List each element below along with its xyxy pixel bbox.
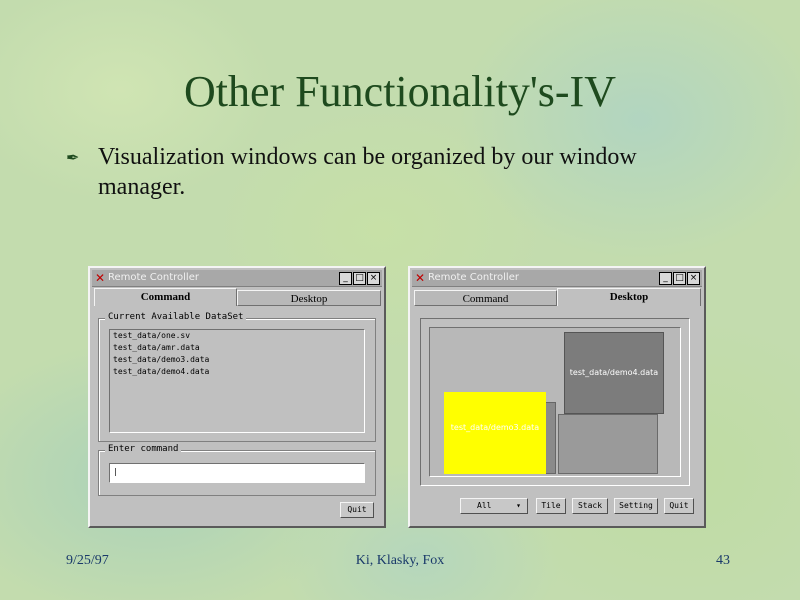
close-button[interactable]: ×	[367, 272, 380, 285]
tab-desktop[interactable]: Desktop	[237, 290, 381, 306]
minimize-button[interactable]: _	[659, 272, 672, 285]
maximize-button[interactable]: □	[353, 272, 366, 285]
chevron-down-icon: ▾	[516, 501, 521, 510]
setting-button[interactable]: Setting	[614, 498, 658, 514]
desktop-window-demo4[interactable]: test_data/demo4.data	[564, 332, 664, 414]
remote-controller-window-desktop: ✕ Remote Controller _ □ × Command Deskto…	[408, 266, 706, 528]
remote-controller-window-command: ✕ Remote Controller _ □ × Command Deskto…	[88, 266, 386, 528]
tile-button[interactable]: Tile	[536, 498, 566, 514]
tab-command[interactable]: Command	[414, 290, 557, 306]
layout-select[interactable]: All ▾	[460, 498, 528, 514]
list-item[interactable]: test_data/one.sv	[110, 330, 364, 342]
dataset-group: Current Available DataSet test_data/one.…	[98, 311, 376, 442]
footer-authors: Ki, Klasky, Fox	[355, 553, 445, 568]
list-item[interactable]: test_data/amr.data	[110, 342, 364, 354]
desktop-window-shadow	[558, 414, 658, 474]
command-group: Enter command |	[98, 443, 376, 496]
pen-bullet-icon: ✒	[66, 150, 80, 167]
slide-title: Other Functionality's-IV	[184, 67, 616, 116]
bullet-text: Visualization windows can be organized b…	[98, 144, 637, 200]
stack-button[interactable]: Stack	[572, 498, 608, 514]
command-input[interactable]: |	[109, 463, 365, 483]
footer-page-number: 43	[716, 553, 730, 568]
desktop-canvas: test_data/demo4.data test_data/demo3.dat…	[429, 327, 681, 477]
list-item[interactable]: test_data/demo3.data	[110, 354, 364, 366]
maximize-button[interactable]: □	[673, 272, 686, 285]
tab-desktop[interactable]: Desktop	[557, 288, 701, 306]
desktop-area[interactable]: test_data/demo4.data test_data/demo3.dat…	[420, 318, 690, 486]
app-x-icon: ✕	[415, 271, 426, 285]
app-x-icon: ✕	[95, 271, 106, 285]
minimize-button[interactable]: _	[339, 272, 352, 285]
tab-command[interactable]: Command	[94, 288, 237, 306]
quit-button[interactable]: Quit	[340, 502, 374, 518]
quit-button[interactable]: Quit	[664, 498, 694, 514]
dataset-list[interactable]: test_data/one.sv test_data/amr.data test…	[109, 329, 365, 433]
title-bar[interactable]: ✕ Remote Controller _ □ ×	[92, 270, 382, 287]
desktop-window-demo3[interactable]: test_data/demo3.data	[444, 392, 546, 474]
layout-select-value: All	[477, 501, 492, 510]
window-title: Remote Controller	[108, 272, 199, 283]
title-bar[interactable]: ✕ Remote Controller _ □ ×	[412, 270, 702, 287]
command-group-label: Enter command	[105, 443, 182, 455]
dataset-group-label: Current Available DataSet	[105, 311, 247, 323]
list-item[interactable]: test_data/demo4.data	[110, 366, 364, 378]
close-button[interactable]: ×	[687, 272, 700, 285]
window-title: Remote Controller	[428, 272, 519, 283]
